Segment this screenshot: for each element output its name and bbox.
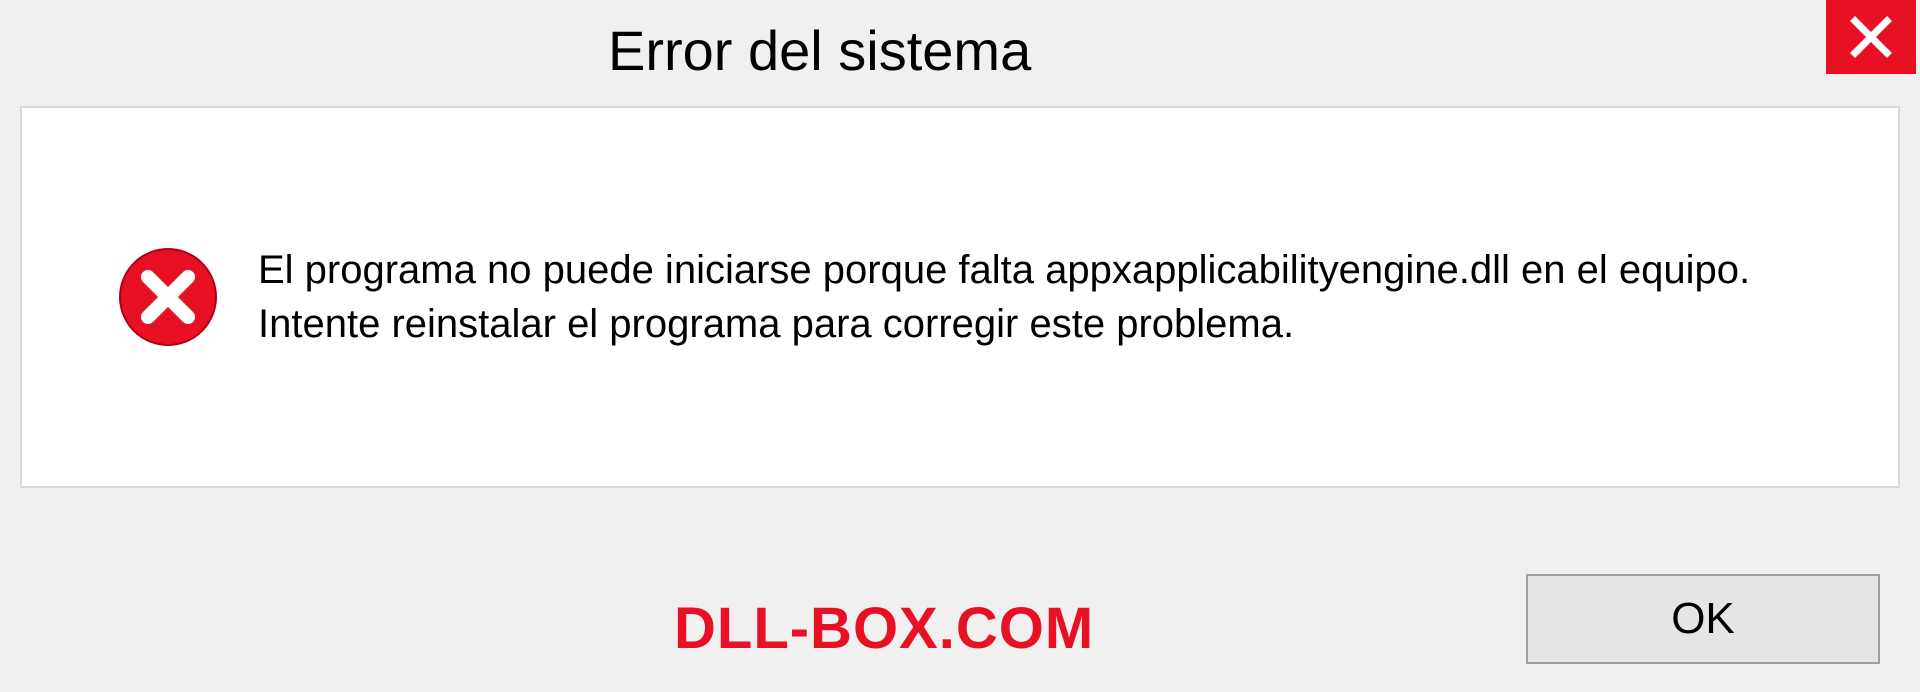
title-bar: Error del sistema [0, 0, 1920, 90]
error-circle-x-icon [118, 247, 218, 347]
content-panel: El programa no puede iniciarse porque fa… [20, 106, 1900, 488]
close-icon [1849, 15, 1893, 59]
dialog-title: Error del sistema [608, 18, 1031, 83]
ok-button[interactable]: OK [1526, 574, 1880, 664]
footer: OK [0, 574, 1920, 664]
error-message: El programa no puede iniciarse porque fa… [258, 243, 1818, 351]
close-button[interactable] [1826, 0, 1916, 74]
